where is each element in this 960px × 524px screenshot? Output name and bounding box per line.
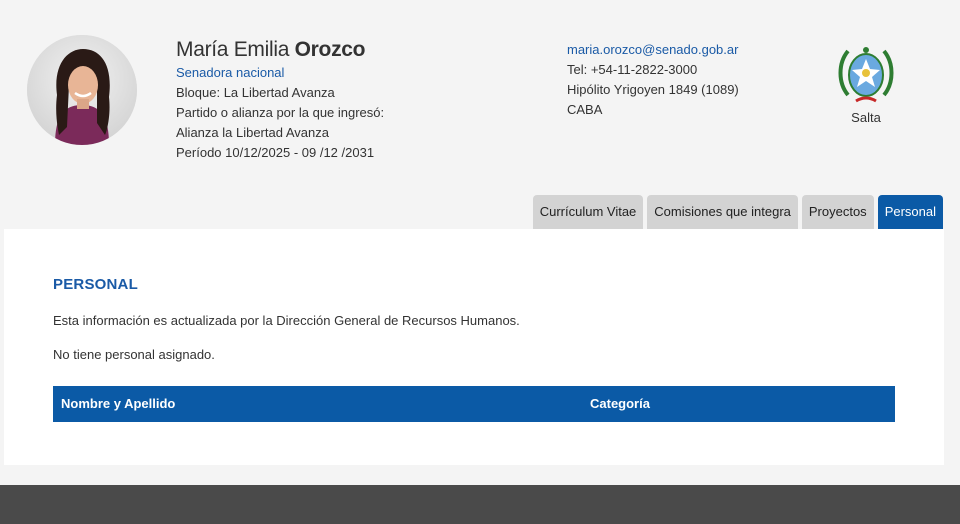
empty-state-text: No tiene personal asignado. [53,347,215,362]
senator-last-name: Orozco [294,38,366,61]
salta-crest-icon [838,47,894,103]
senator-periodo: Período 10/12/2025 - 09 /12 /2031 [176,145,375,160]
profile-tabs: Currículum Vitae Comisiones que integra … [532,195,943,229]
senator-bloque: Bloque: La Libertad Avanza [176,85,335,100]
tab-curriculum-vitae[interactable]: Currículum Vitae [532,195,644,229]
tab-proyectos[interactable]: Proyectos [801,195,874,229]
province-name: Salta [851,110,881,125]
tab-comisiones[interactable]: Comisiones que integra [647,195,798,229]
senator-header: María Emilia Orozco Senadora nacional Bl… [0,0,960,229]
tab-personal[interactable]: Personal [877,195,943,229]
info-text: Esta información es actualizada por la D… [53,313,520,328]
senator-first-names: María Emilia [176,38,290,61]
email-link[interactable]: maria.orozco@senado.gob.ar [567,40,739,60]
phone-number: Tel: +54-11-2822-3000 [567,62,698,77]
column-header-nombre: Nombre y Apellido [61,396,176,411]
office-address: Hipólito Yrigoyen 1849 (1089) [567,82,739,97]
column-header-categoria: Categoría [590,396,650,411]
senator-info: María Emilia Orozco Senadora nacional Bl… [176,36,384,163]
personal-table-header: Nombre y Apellido Categoría [53,386,895,422]
senator-name: María Emilia Orozco [176,36,384,64]
senator-partido-label: Partido o alianza por la que ingresó: [176,105,385,120]
avatar [27,35,137,145]
section-title: PERSONAL [53,276,138,293]
senator-partido: Alianza la Libertad Avanza [176,125,329,140]
province-block: Salta [834,43,898,126]
contact-block: maria.orozco@senado.gob.ar Tel: +54-11-2… [567,40,739,120]
page-footer [0,485,960,524]
office-city: CABA [567,102,603,117]
senator-role: Senadora nacional [176,65,285,80]
personal-panel: PERSONAL Esta información es actualizada… [4,229,944,465]
